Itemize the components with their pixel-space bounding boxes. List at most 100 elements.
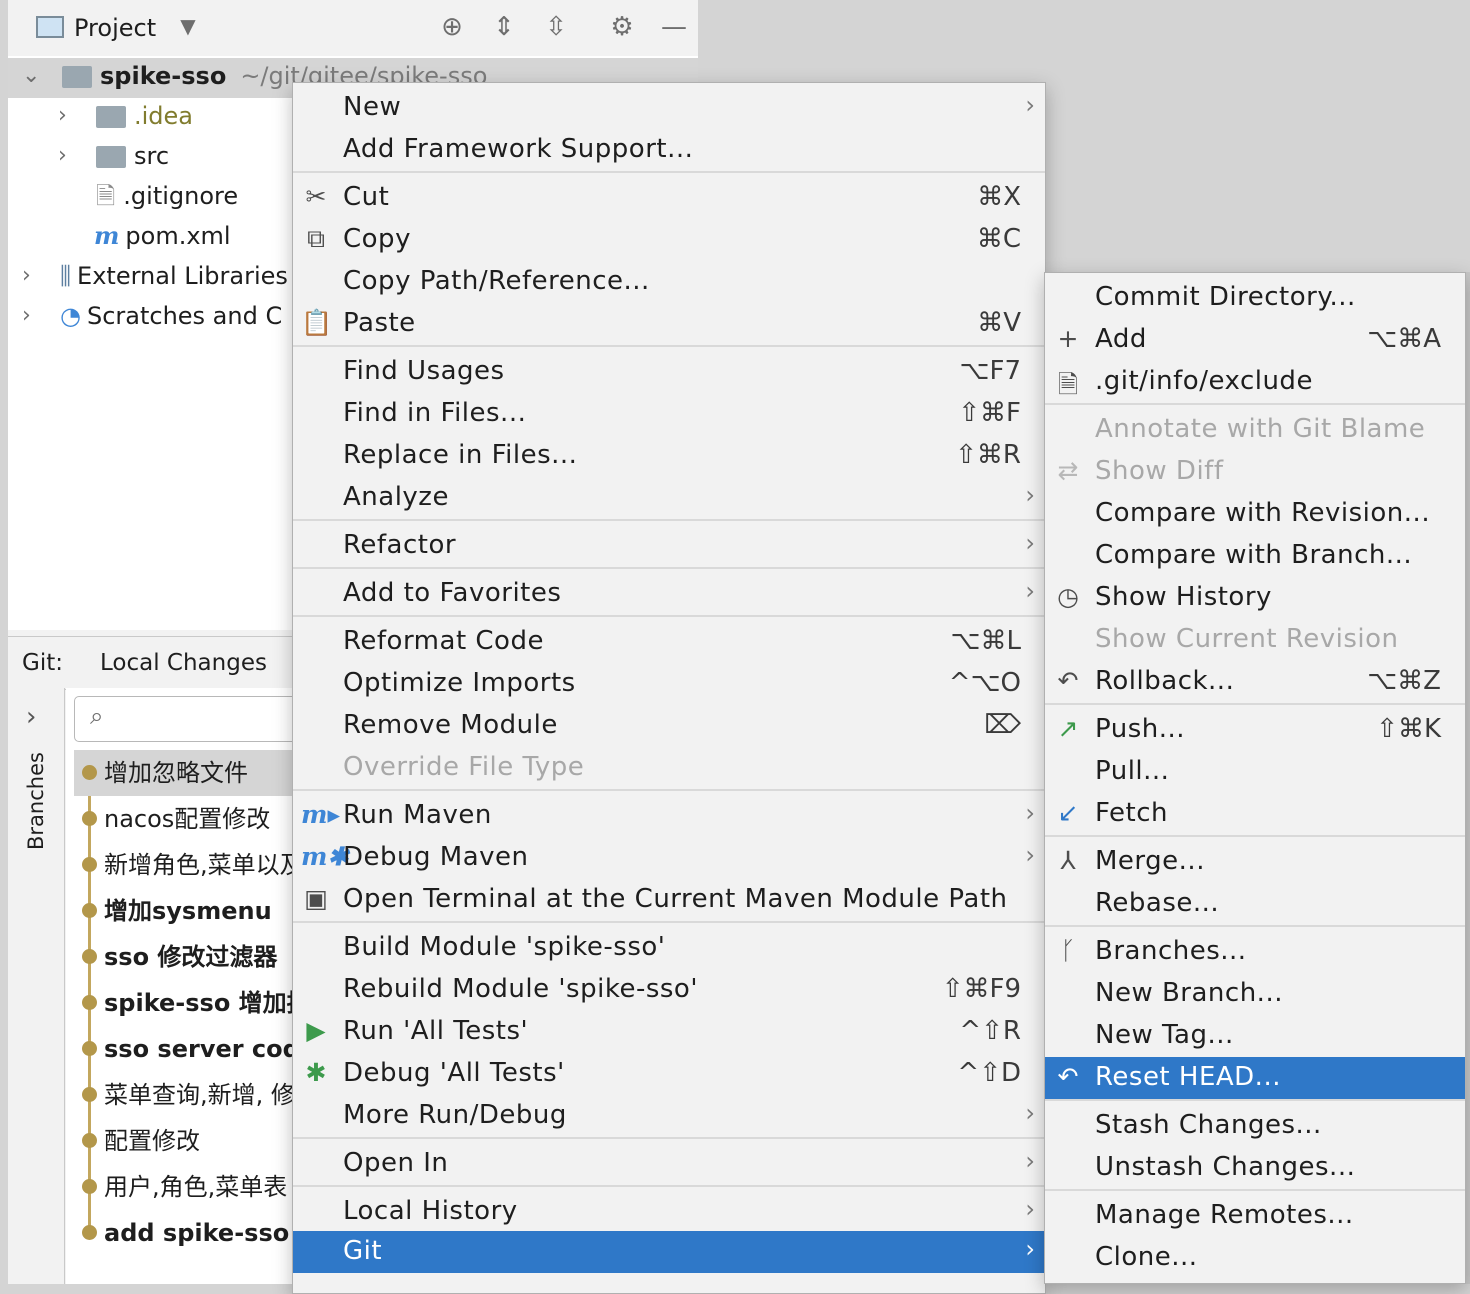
menu-item-local-history[interactable]: Local History ›	[293, 1191, 1045, 1233]
menu-item-run-maven[interactable]: m▸ Run Maven ›	[293, 795, 1045, 837]
gear-icon[interactable]: ⚙	[606, 12, 638, 42]
menu-separator	[1045, 403, 1465, 405]
branches-toggle[interactable]: Branches	[24, 752, 48, 850]
menu-item-push[interactable]: ↗ Push... ⇧⌘K	[1045, 709, 1465, 751]
menu-item-copy[interactable]: ⧉ Copy ⌘C	[293, 219, 1045, 261]
menu-item-optimize-imports[interactable]: Optimize Imports ^⌥O	[293, 663, 1045, 705]
menu-item-label: New Tag...	[1095, 1020, 1234, 1050]
menu-item-label: Annotate with Git Blame	[1095, 414, 1426, 444]
menu-item-rebase[interactable]: Rebase...	[1045, 883, 1465, 925]
menu-item-build-module[interactable]: Build Module 'spike-sso'	[293, 927, 1045, 969]
menu-item-rebuild-module[interactable]: Rebuild Module 'spike-sso' ⇧⌘F9	[293, 969, 1045, 1011]
commit-message: sso server code	[104, 1035, 317, 1063]
commit-node	[82, 1041, 97, 1056]
menu-item-compare-with-revision[interactable]: Compare with Revision...	[1045, 493, 1465, 535]
chevron-right-icon: ›	[1025, 1099, 1035, 1127]
git-label: Git:	[22, 650, 63, 676]
project-view-icon	[36, 16, 64, 38]
menu-item-commit-directory[interactable]: Commit Directory...	[1045, 277, 1465, 319]
menu-item-debug-maven[interactable]: m✱ Debug Maven ›	[293, 837, 1045, 879]
menu-item-new-tag[interactable]: New Tag...	[1045, 1015, 1465, 1057]
menu-item-add[interactable]: + Add ⌥⌘A	[1045, 319, 1465, 361]
menu-item-label: Git	[343, 1236, 383, 1266]
menu-item-git[interactable]: Git ›	[293, 1231, 1045, 1273]
menu-item-find-in-files[interactable]: Find in Files... ⇧⌘F	[293, 393, 1045, 435]
menu-item-git-info-exclude[interactable]: 🗎 .git/info/exclude	[1045, 361, 1465, 403]
tab-local-changes[interactable]: Local Changes	[100, 637, 267, 689]
reset-icon: ↶	[1057, 1062, 1079, 1091]
chevron-right-icon[interactable]: ›	[22, 256, 31, 296]
menu-item-label: .git/info/exclude	[1095, 366, 1313, 396]
collapse-all-icon[interactable]: ⇳	[540, 12, 572, 42]
chevron-right-icon[interactable]: ›	[26, 702, 36, 732]
menu-item-reformat-code[interactable]: Reformat Code ⌥⌘L	[293, 621, 1045, 663]
menu-separator	[1045, 703, 1465, 705]
menu-item-shortcut: ⌥⌘Z	[1367, 666, 1441, 696]
menu-item-label: Analyze	[343, 482, 449, 512]
menu-item-new[interactable]: New ›	[293, 87, 1045, 129]
chevron-down-icon[interactable]: ⌄	[22, 56, 40, 96]
chevron-right-icon[interactable]: ›	[58, 96, 67, 136]
commit-node	[82, 857, 97, 872]
tree-item-pom[interactable]: m pom.xml	[94, 216, 231, 256]
menu-item-label: Remove Module	[343, 710, 558, 740]
menu-item-compare-with-branch[interactable]: Compare with Branch...	[1045, 535, 1465, 577]
push-icon: ↗	[1057, 714, 1079, 743]
menu-item-branches[interactable]: ᚴ Branches...	[1045, 931, 1465, 973]
menu-item-shortcut: ⌥⌘L	[950, 626, 1021, 656]
menu-item-manage-remotes[interactable]: Manage Remotes...	[1045, 1195, 1465, 1237]
chevron-right-icon[interactable]: ›	[22, 296, 31, 336]
menu-item-add-framework-support[interactable]: Add Framework Support...	[293, 129, 1045, 171]
menu-item-reset-head[interactable]: ↶ Reset HEAD...	[1045, 1057, 1465, 1099]
menu-item-pull[interactable]: Pull...	[1045, 751, 1465, 793]
menu-item-new-branch[interactable]: New Branch...	[1045, 973, 1465, 1015]
menu-item-run-all-tests[interactable]: ▶ Run 'All Tests' ^⇧R	[293, 1011, 1045, 1053]
menu-item-merge[interactable]: ⅄ Merge...	[1045, 841, 1465, 883]
menu-item-label: More Run/Debug	[343, 1100, 567, 1130]
chevron-right-icon: ›	[1025, 841, 1035, 869]
menu-item-label: Reformat Code	[343, 626, 544, 656]
menu-separator	[293, 615, 1045, 617]
menu-item-label: Find Usages	[343, 356, 505, 386]
menu-item-label: Find in Files...	[343, 398, 527, 428]
menu-item-shortcut: ⌦	[984, 710, 1021, 740]
menu-item-more-run-debug[interactable]: More Run/Debug ›	[293, 1095, 1045, 1137]
chevron-right-icon[interactable]: ›	[58, 136, 67, 176]
commit-message: 配置修改	[104, 1127, 200, 1155]
tree-item-gitignore[interactable]: 🗎 .gitignore	[96, 176, 238, 216]
menu-item-add-to-favorites[interactable]: Add to Favorites ›	[293, 573, 1045, 615]
menu-item-cut[interactable]: ✂ Cut ⌘X	[293, 177, 1045, 219]
menu-item-paste[interactable]: 📋 Paste ⌘V	[293, 303, 1045, 345]
menu-item-find-usages[interactable]: Find Usages ⌥F7	[293, 351, 1045, 393]
menu-item-clone[interactable]: Clone...	[1045, 1237, 1465, 1279]
menu-item-show-history[interactable]: ◷ Show History	[1045, 577, 1465, 619]
menu-item-label: Optimize Imports	[343, 668, 576, 698]
menu-item-debug-all-tests[interactable]: ✱ Debug 'All Tests' ^⇧D	[293, 1053, 1045, 1095]
clock-icon: ◷	[1057, 582, 1079, 611]
menu-item-fetch[interactable]: ↙ Fetch	[1045, 793, 1465, 835]
commit-node	[82, 949, 97, 964]
commit-message: nacos配置修改	[104, 805, 271, 833]
menu-separator	[293, 921, 1045, 923]
menu-item-stash-changes[interactable]: Stash Changes...	[1045, 1105, 1465, 1147]
menu-item-unstash-changes[interactable]: Unstash Changes...	[1045, 1147, 1465, 1189]
menu-item-open-in[interactable]: Open In ›	[293, 1143, 1045, 1185]
menu-item-label: Fetch	[1095, 798, 1168, 828]
commit-node	[82, 765, 97, 780]
menu-item-label: Add	[1095, 324, 1147, 354]
menu-item-copy-path[interactable]: Copy Path/Reference...	[293, 261, 1045, 303]
menu-item-open-terminal-maven[interactable]: ▣ Open Terminal at the Current Maven Modu…	[293, 879, 1045, 921]
menu-item-refactor[interactable]: Refactor ›	[293, 525, 1045, 567]
expand-all-icon[interactable]: ⇕	[488, 12, 520, 42]
locate-icon[interactable]: ⊕	[436, 12, 468, 42]
minimize-icon[interactable]: —	[658, 12, 690, 42]
menu-item-replace-in-files[interactable]: Replace in Files... ⇧⌘R	[293, 435, 1045, 477]
maven-debug-icon: m✱	[301, 842, 349, 871]
chevron-down-icon[interactable]: ▼	[172, 14, 204, 38]
menu-separator	[293, 1185, 1045, 1187]
menu-item-analyze[interactable]: Analyze ›	[293, 477, 1045, 519]
project-view-selector[interactable]: Project	[74, 14, 156, 42]
menu-item-rollback[interactable]: ↶ Rollback... ⌥⌘Z	[1045, 661, 1465, 703]
menu-item-remove-module[interactable]: Remove Module ⌦	[293, 705, 1045, 747]
menu-item-label: Build Module 'spike-sso'	[343, 932, 666, 962]
